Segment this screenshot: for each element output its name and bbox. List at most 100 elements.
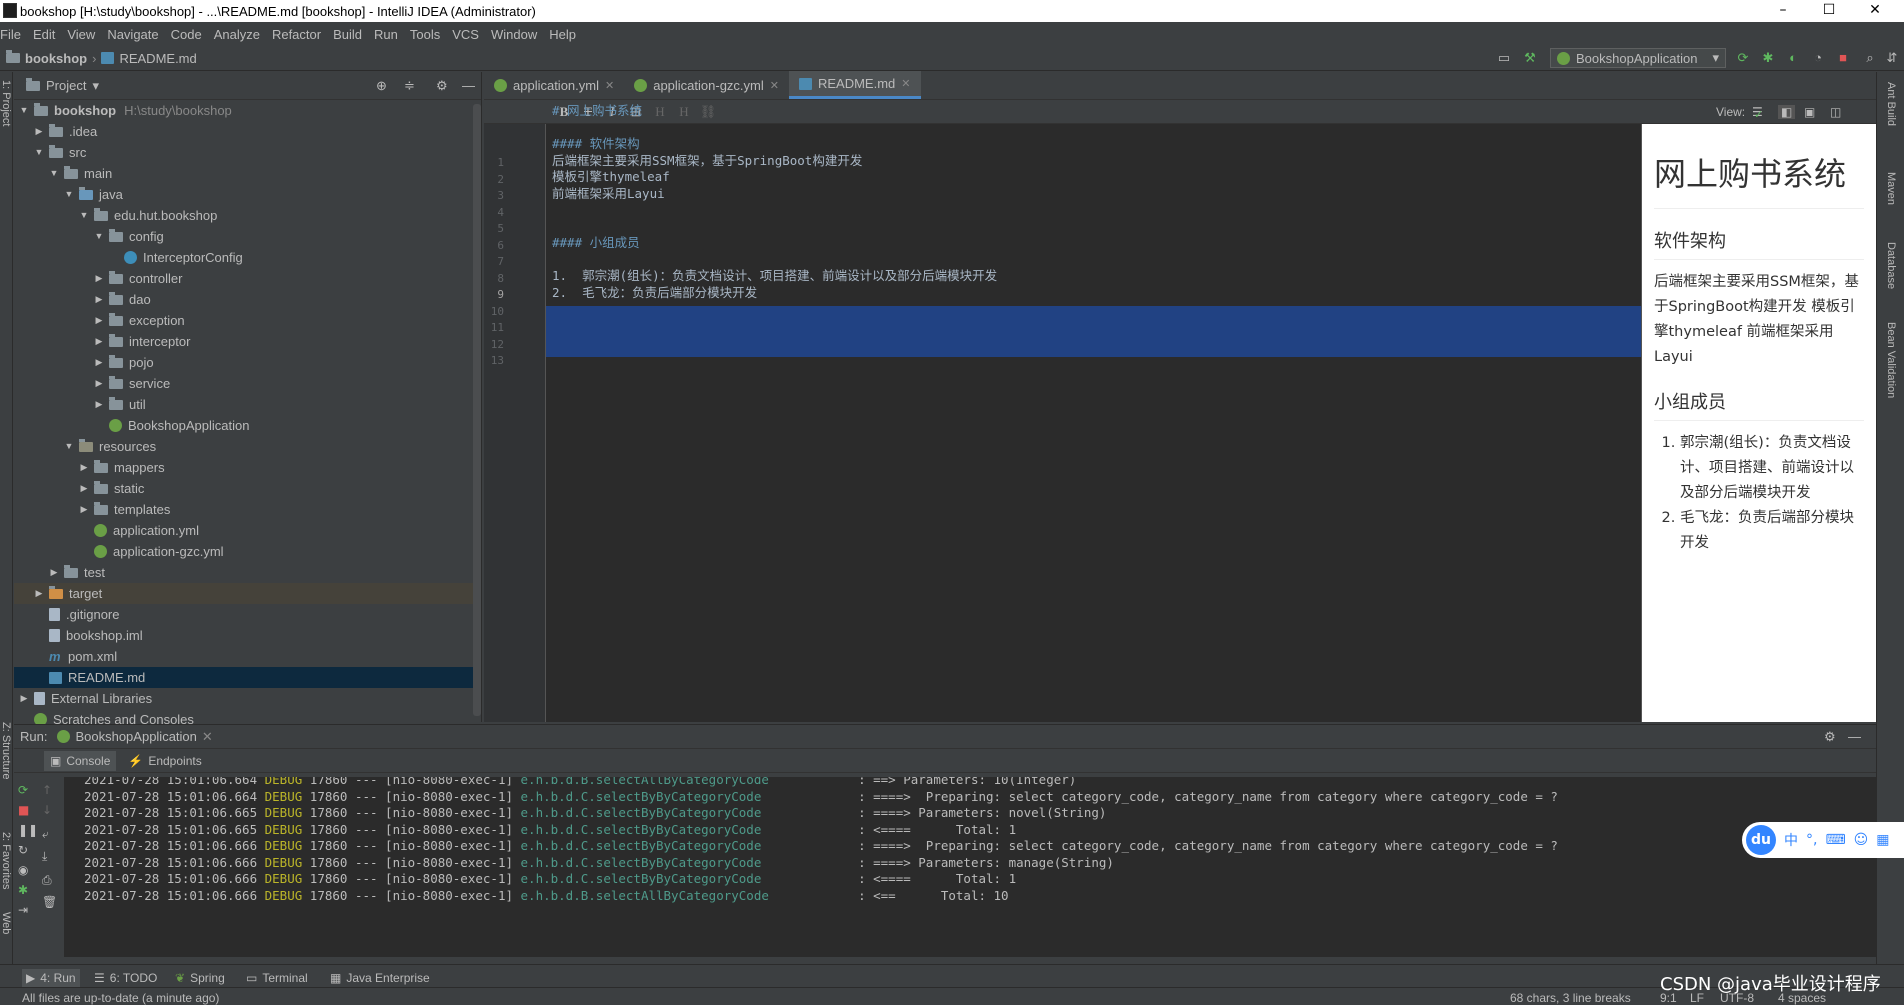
tree-node[interactable]: ▼ resources bbox=[14, 436, 481, 457]
tree-node[interactable]: ▶ static bbox=[14, 478, 481, 499]
console-output[interactable]: 2021-07-28 15:01:06.664 DEBUG 17860 --- … bbox=[64, 777, 1876, 957]
tree-node[interactable]: ▶ pojo bbox=[14, 352, 481, 373]
header-down-icon[interactable]: H bbox=[672, 104, 696, 120]
camera-icon[interactable]: ◉ bbox=[18, 863, 28, 877]
gear-icon[interactable]: ⚙ bbox=[436, 78, 448, 94]
chevron-down-icon[interactable]: ▼ bbox=[93, 226, 105, 247]
tree-node[interactable]: ▶ controller bbox=[14, 268, 481, 289]
tree-node[interactable]: ▶ test bbox=[14, 562, 481, 583]
tree-node[interactable]: README.md bbox=[14, 667, 481, 688]
profiler-icon[interactable]: ◔ bbox=[1810, 50, 1826, 66]
run-config-tab[interactable]: BookshopApplication ✕ bbox=[57, 729, 213, 745]
tree-node[interactable]: ▼ bookshop H:\study\bookshop bbox=[14, 100, 481, 121]
search-icon[interactable]: ⌕ bbox=[1862, 50, 1878, 66]
chevron-right-icon[interactable]: ▶ bbox=[93, 394, 105, 415]
print-icon[interactable]: ⎙ bbox=[42, 873, 52, 888]
layout-toggle-icon[interactable]: ◫ bbox=[1830, 105, 1841, 119]
menu-tools[interactable]: Tools bbox=[404, 27, 446, 42]
breadcrumb-file[interactable]: README.md bbox=[119, 51, 196, 66]
chevron-right-icon[interactable]: ▶ bbox=[93, 373, 105, 394]
chevron-down-icon[interactable]: ▼ bbox=[63, 184, 75, 205]
close-icon[interactable]: ✕ bbox=[605, 79, 614, 92]
code-editor[interactable]: # 网上购书系统 #### 软件架构 后端框架主要采用SSM框架，基于SpringB… bbox=[552, 103, 1640, 722]
chevron-down-icon[interactable]: ▼ bbox=[63, 436, 75, 457]
layout-icon[interactable]: ▭ bbox=[1496, 50, 1512, 66]
chevron-right-icon[interactable]: ▶ bbox=[33, 583, 45, 604]
close-button[interactable]: ✕ bbox=[1852, 0, 1898, 22]
locate-icon[interactable]: ⊕ bbox=[376, 78, 387, 94]
ime-language[interactable]: 中 bbox=[1784, 830, 1798, 850]
coverage-icon[interactable]: ◐ bbox=[1785, 50, 1801, 66]
tree-node[interactable]: BookshopApplication bbox=[14, 415, 481, 436]
tree-node[interactable]: ▶ interceptor bbox=[14, 331, 481, 352]
baidu-ime-toolbar[interactable]: du 中 °, ⌨ ☺ ▦ bbox=[1742, 822, 1904, 858]
hide-icon[interactable]: — bbox=[1848, 729, 1861, 744]
project-tool-tab[interactable]: 1: Project bbox=[0, 80, 12, 126]
menu-file[interactable]: File bbox=[0, 27, 27, 42]
chevron-down-icon[interactable]: ▼ bbox=[78, 205, 90, 226]
punctuation-icon[interactable]: °, bbox=[1806, 832, 1817, 848]
bean-validation-tool-tab[interactable]: Bean Validation bbox=[1885, 322, 1897, 398]
menu-run[interactable]: Run bbox=[368, 27, 404, 42]
menu-build[interactable]: Build bbox=[327, 27, 368, 42]
exit-icon[interactable]: ⇥ bbox=[18, 903, 28, 917]
rerun-icon[interactable]: ⟳ bbox=[18, 783, 28, 797]
tree-node[interactable]: ▶ target bbox=[14, 583, 481, 604]
chevron-right-icon[interactable]: ▶ bbox=[33, 121, 45, 142]
menu-vcs[interactable]: VCS bbox=[446, 27, 485, 42]
tree-node[interactable]: ▶ templates bbox=[14, 499, 481, 520]
favorites-tool-tab[interactable]: 2: Favorites bbox=[0, 832, 12, 889]
chevron-right-icon[interactable]: ▶ bbox=[78, 499, 90, 520]
user-icon[interactable]: ☺ bbox=[1854, 832, 1869, 848]
close-icon[interactable]: ✕ bbox=[901, 77, 910, 90]
tree-node[interactable]: ▶ service bbox=[14, 373, 481, 394]
tool-terminal-button[interactable]: ▭ Terminal bbox=[246, 971, 308, 985]
tree-node[interactable]: bookshop.iml bbox=[14, 625, 481, 646]
web-tool-tab[interactable]: Web bbox=[0, 912, 12, 934]
trash-icon[interactable]: 🗑 bbox=[42, 895, 57, 909]
close-icon[interactable]: ✕ bbox=[202, 729, 213, 745]
tree-node[interactable]: ▼ java bbox=[14, 184, 481, 205]
tree-node[interactable]: ▶ util bbox=[14, 394, 481, 415]
hide-icon[interactable]: — bbox=[462, 78, 475, 93]
chevron-right-icon[interactable]: ▶ bbox=[93, 310, 105, 331]
tool-java-enterprise-button[interactable]: ▦ Java Enterprise bbox=[330, 971, 430, 985]
tree-node[interactable]: ▼ edu.hut.bookshop bbox=[14, 205, 481, 226]
tool-spring-button[interactable]: ❦ Spring bbox=[175, 971, 225, 985]
database-tool-tab[interactable]: Database bbox=[1885, 242, 1897, 289]
menu-view[interactable]: View bbox=[61, 27, 101, 42]
menu-analyze[interactable]: Analyze bbox=[208, 27, 266, 42]
chevron-right-icon[interactable]: ▶ bbox=[48, 562, 60, 583]
tool-todo-button[interactable]: ☰ 6: TODO bbox=[94, 971, 157, 985]
pause-icon[interactable]: ❚❚ bbox=[18, 823, 38, 837]
tree-node[interactable]: application-gzc.yml bbox=[14, 541, 481, 562]
chevron-down-icon[interactable]: ▼ bbox=[48, 163, 60, 184]
vcs-icon[interactable]: ⇵ bbox=[1884, 50, 1900, 66]
tab-readme-md[interactable]: README.md ✕ bbox=[788, 71, 921, 99]
build-hammer-icon[interactable]: ⚒ bbox=[1522, 50, 1538, 66]
chevron-right-icon[interactable]: ▶ bbox=[93, 268, 105, 289]
tree-node[interactable]: ▶ External Libraries bbox=[14, 688, 481, 709]
tree-node[interactable]: .gitignore bbox=[14, 604, 481, 625]
chevron-down-icon[interactable]: ▾ bbox=[92, 78, 99, 94]
stop-icon[interactable]: ■ bbox=[1835, 50, 1851, 66]
chevron-right-icon[interactable]: ▶ bbox=[93, 331, 105, 352]
tree-node[interactable]: InterceptorConfig bbox=[14, 247, 481, 268]
arrow-down-icon[interactable]: ↓ bbox=[42, 803, 52, 817]
structure-tool-tab[interactable]: Z: Structure bbox=[0, 722, 12, 779]
breadcrumb-project[interactable]: bookshop bbox=[25, 51, 87, 66]
restart-icon[interactable]: ↻ bbox=[18, 843, 28, 857]
debug-icon[interactable]: ✱ bbox=[1760, 50, 1776, 66]
tree-node[interactable]: ▼ config bbox=[14, 226, 481, 247]
tree-node[interactable]: ▶ .idea bbox=[14, 121, 481, 142]
chevron-down-icon[interactable]: ▼ bbox=[18, 100, 30, 121]
chevron-right-icon[interactable]: ▶ bbox=[93, 352, 105, 373]
menu-help[interactable]: Help bbox=[543, 27, 582, 42]
tree-node[interactable]: ▼ main bbox=[14, 163, 481, 184]
tab-application-yml[interactable]: application.yml ✕ bbox=[484, 71, 624, 99]
scroll-end-icon[interactable]: ⤓ bbox=[42, 849, 47, 864]
preview-only-icon[interactable]: ▣ bbox=[1804, 105, 1815, 119]
tab-endpoints[interactable]: ⚡ Endpoints bbox=[122, 751, 207, 771]
split-view-icon[interactable]: ◧ bbox=[1778, 104, 1796, 119]
gear-icon[interactable]: ⚙ bbox=[1824, 729, 1836, 745]
